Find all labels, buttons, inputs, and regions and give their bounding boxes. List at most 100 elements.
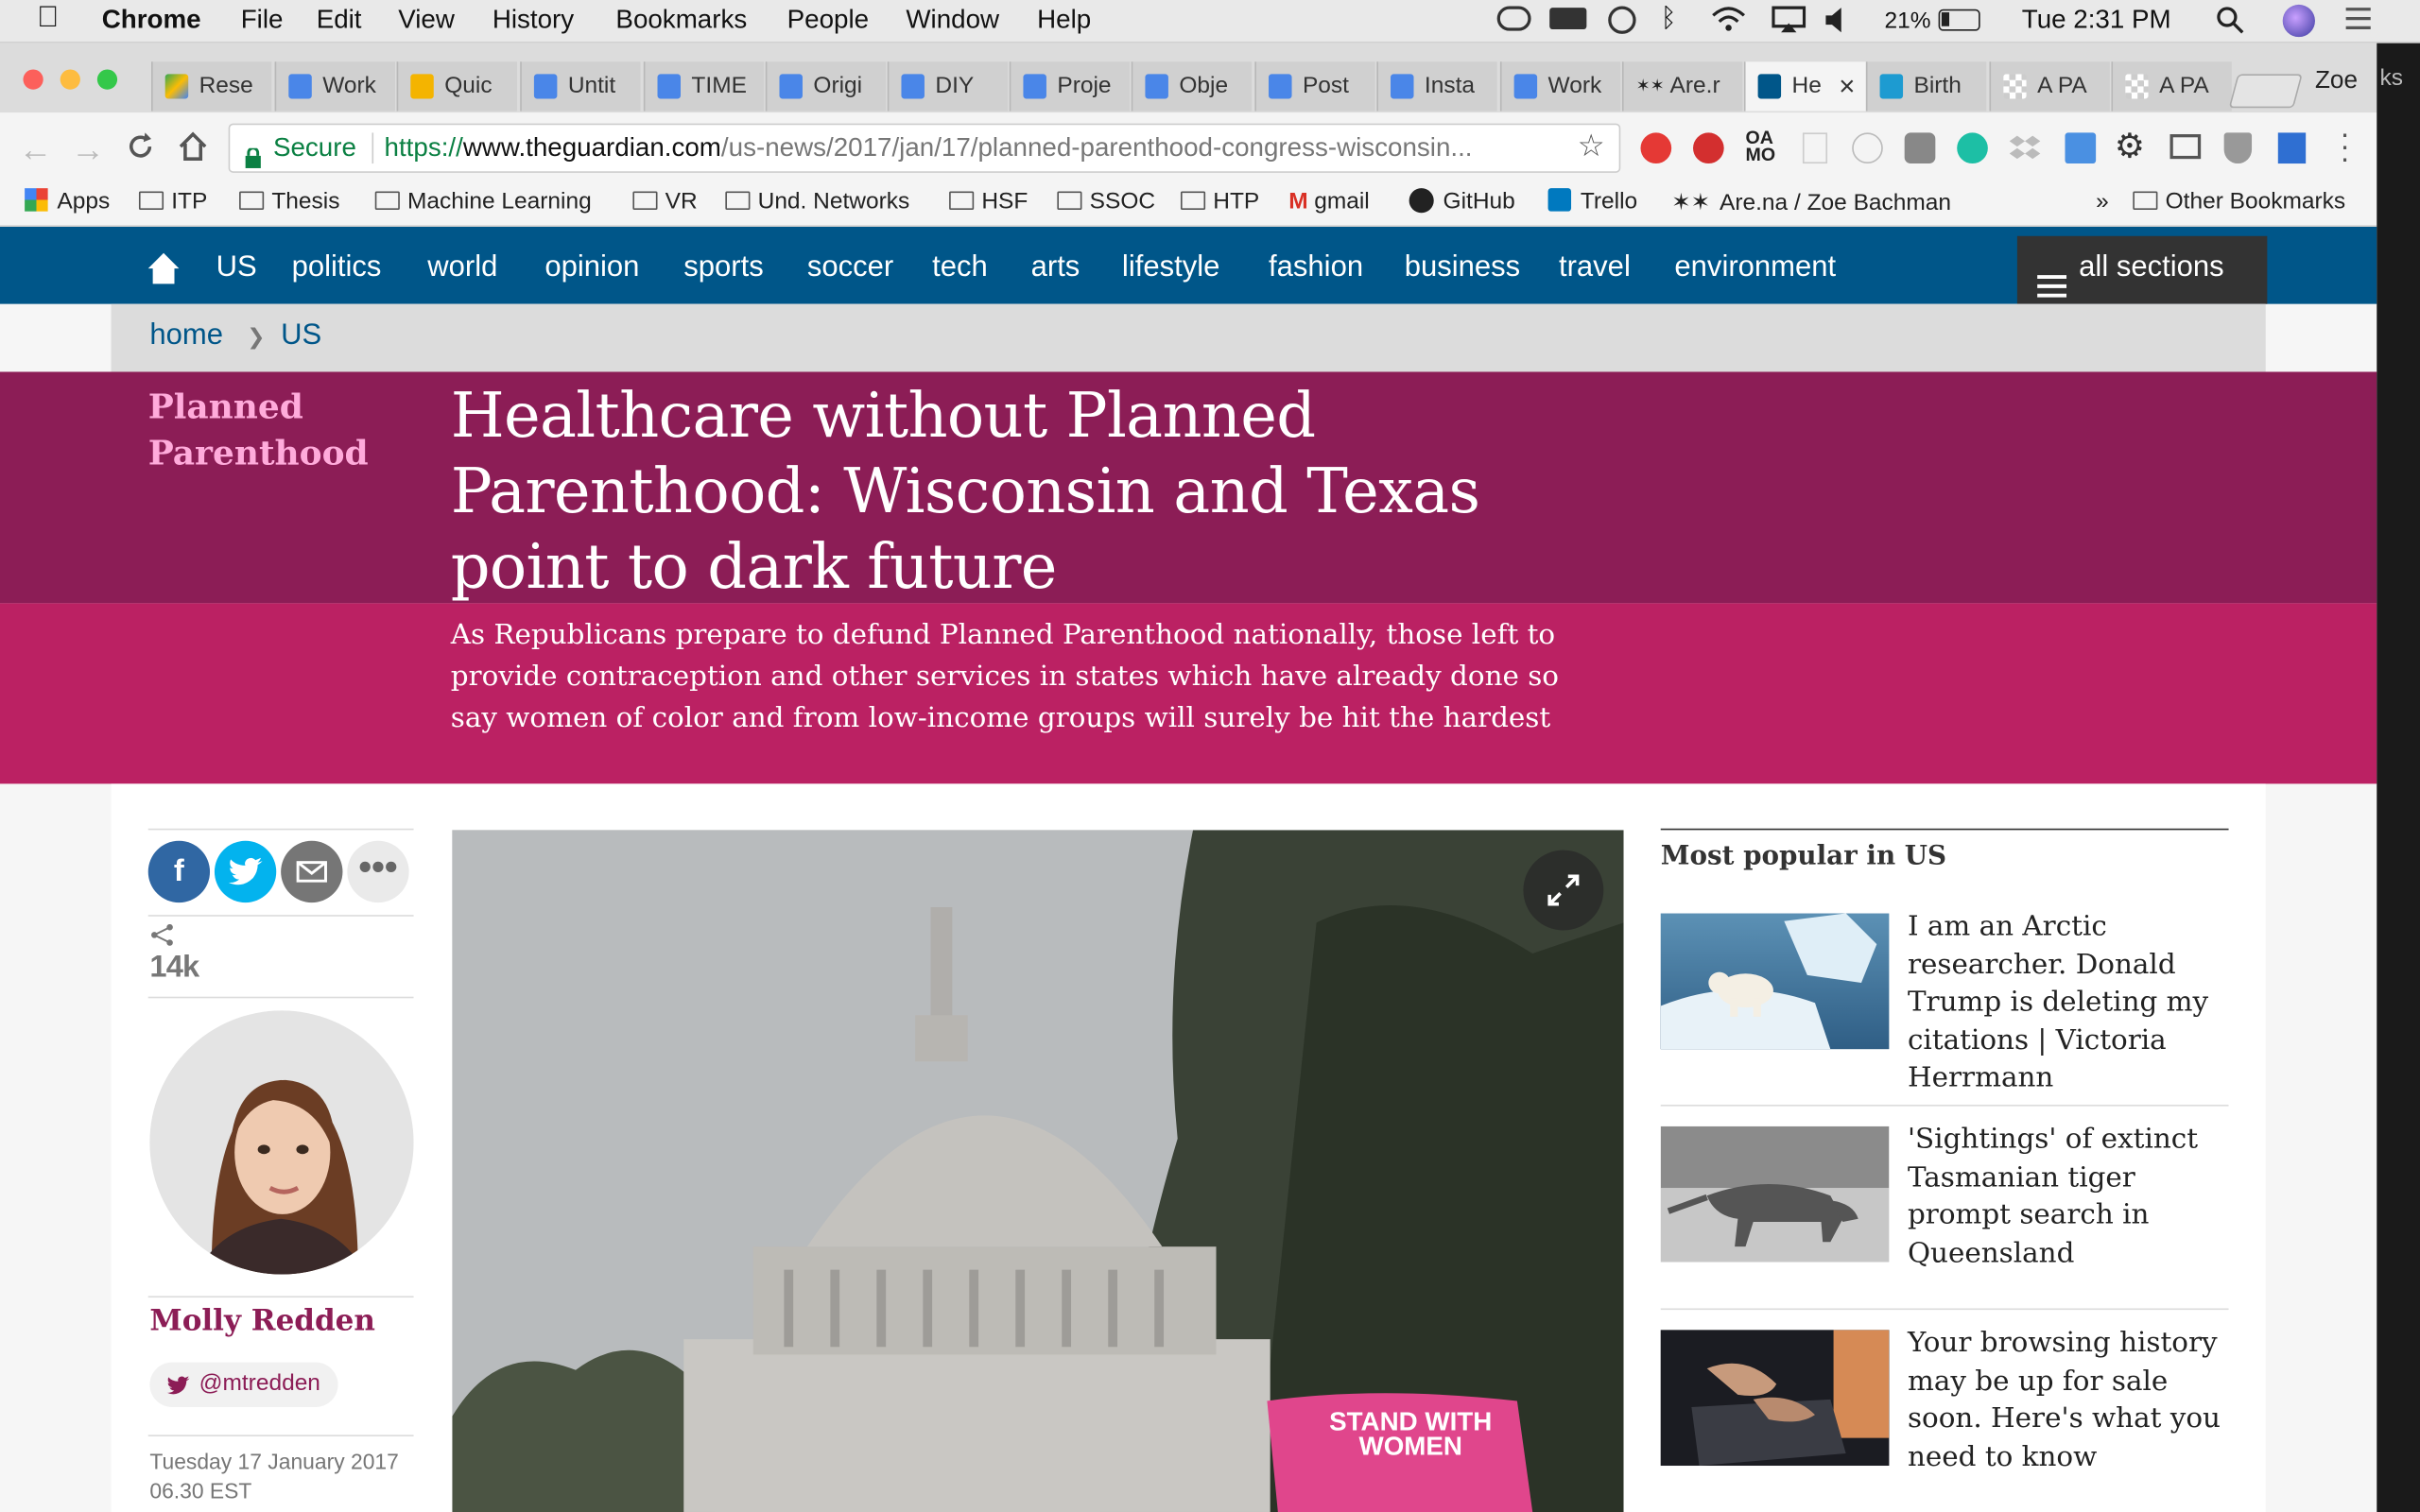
menu-edit[interactable]: Edit: [317, 5, 362, 36]
nav-business[interactable]: business: [1405, 251, 1520, 285]
adblock-extension-icon[interactable]: [1693, 132, 1724, 164]
tab-7[interactable]: DIY: [887, 61, 1009, 112]
tab-16[interactable]: A PA: [1989, 61, 2110, 112]
url-text[interactable]: https://www.theguardian.com/us-news/2017…: [385, 125, 1473, 171]
popular-2-thumbnail[interactable]: [1660, 1125, 1890, 1263]
bookmark-machine-learning[interactable]: Machine Learning: [374, 188, 592, 215]
author-name[interactable]: Molly Redden: [149, 1304, 375, 1338]
nav-arts[interactable]: arts: [1031, 251, 1080, 285]
spotlight-search-icon[interactable]: [2216, 7, 2244, 43]
bookmark-hsf[interactable]: HSF: [949, 188, 1028, 215]
tab-3[interactable]: Quic: [396, 61, 517, 112]
nav-fashion[interactable]: fashion: [1269, 251, 1363, 285]
home-nav-icon[interactable]: [147, 251, 181, 293]
nav-tech[interactable]: tech: [932, 251, 988, 285]
tab-10[interactable]: Post: [1254, 61, 1375, 112]
bookmark-other-bookmarks[interactable]: Other Bookmarks: [2133, 188, 2345, 215]
gray-extension-icon[interactable]: [1904, 132, 1936, 164]
bookmark-star-icon[interactable]: ☆: [1578, 125, 1605, 169]
bookmark-gmail[interactable]: Mgmail: [1288, 188, 1369, 215]
minimize-window-button[interactable]: [60, 69, 80, 90]
nav-opinion[interactable]: opinion: [544, 251, 639, 285]
bookmarks-overflow-chevron[interactable]: »: [2096, 188, 2109, 215]
volume-icon[interactable]: [1824, 7, 1849, 34]
article-main-image[interactable]: STAND WITH WOMEN: [452, 830, 1624, 1512]
menu-view[interactable]: View: [398, 5, 455, 36]
breadcrumb-home[interactable]: home: [149, 319, 223, 353]
circle-extension-icon[interactable]: [1852, 132, 1883, 164]
docker-icon[interactable]: [1549, 8, 1587, 30]
back-button[interactable]: ←: [19, 129, 53, 169]
popular-3-title[interactable]: Your browsing history may be up for sale…: [1908, 1325, 2239, 1476]
new-tab-button[interactable]: [2228, 74, 2303, 109]
bookmark-ssoc[interactable]: SSOC: [1057, 188, 1155, 215]
bookmark-htp[interactable]: HTP: [1180, 188, 1259, 215]
battery-icon[interactable]: [1938, 9, 1980, 31]
breadcrumb-us[interactable]: US: [281, 319, 321, 353]
popular-1-title[interactable]: I am an Arctic researcher. Donald Trump …: [1908, 909, 2239, 1098]
menu-file[interactable]: File: [241, 5, 284, 36]
tab-11[interactable]: Insta: [1376, 61, 1497, 112]
tab-6[interactable]: Origi: [765, 61, 887, 112]
bookmark-arena[interactable]: ✶✶ Are.na / Zoe Bachman: [1671, 188, 1951, 216]
expand-image-button[interactable]: [1523, 850, 1604, 931]
tab-13[interactable]: ✶✶ Are.r: [1621, 61, 1743, 112]
tab-17[interactable]: A PA: [2111, 61, 2232, 112]
nav-lifestyle[interactable]: lifestyle: [1122, 251, 1219, 285]
popular-2-title[interactable]: 'Sightings' of extinct Tasmanian tiger p…: [1908, 1122, 2239, 1273]
menu-people[interactable]: People: [787, 5, 869, 36]
share-more-button[interactable]: •••: [347, 840, 409, 903]
gear-extension-icon[interactable]: ⚙: [2115, 127, 2145, 166]
bookmark-und-networks[interactable]: Und. Networks: [725, 188, 909, 215]
bookmark-itp[interactable]: ITP: [138, 188, 207, 215]
menu-app-name[interactable]: Chrome: [102, 5, 201, 36]
tab-1[interactable]: Rese: [150, 61, 272, 112]
bookmark-github[interactable]: GitHub: [1409, 188, 1515, 215]
forward-button[interactable]: →: [71, 129, 105, 169]
nav-travel[interactable]: travel: [1559, 251, 1631, 285]
do-not-disturb-icon[interactable]: [1608, 6, 1636, 34]
creative-cloud-icon[interactable]: [1496, 6, 1531, 31]
zoom-window-button[interactable]: [96, 69, 118, 90]
reload-button[interactable]: [124, 129, 158, 171]
dropbox-extension-icon[interactable]: [2009, 134, 2041, 162]
tab-9[interactable]: Obje: [1131, 61, 1253, 112]
address-bar[interactable]: Secure https://www.theguardian.com/us-ne…: [228, 123, 1621, 173]
todoist-extension-icon[interactable]: [1640, 132, 1672, 164]
bookmark-extension-icon[interactable]: [2277, 132, 2307, 164]
share-twitter-button[interactable]: [214, 840, 277, 903]
section-label[interactable]: Planned Parenthood: [148, 385, 411, 477]
home-button[interactable]: [176, 129, 210, 171]
mail-extension-icon[interactable]: [2169, 134, 2202, 160]
chrome-menu-icon[interactable]: · · ·: [2340, 119, 2350, 175]
apple-icon[interactable]: : [37, 2, 59, 36]
share-email-button[interactable]: [281, 840, 343, 903]
close-tab-icon[interactable]: ×: [1839, 61, 1855, 111]
bookmark-vr[interactable]: VR: [632, 188, 698, 215]
all-sections-button[interactable]: all sections: [2016, 235, 2268, 304]
share-facebook-button[interactable]: f: [147, 840, 211, 903]
author-avatar[interactable]: [149, 1010, 414, 1275]
tab-5[interactable]: TIME: [643, 61, 765, 112]
menu-help[interactable]: Help: [1037, 5, 1091, 36]
close-window-button[interactable]: [23, 69, 43, 90]
airplay-icon[interactable]: [1772, 6, 1806, 34]
page-extension-icon[interactable]: [1802, 132, 1828, 164]
shield-extension-icon[interactable]: [2223, 132, 2253, 164]
bookmark-thesis[interactable]: Thesis: [239, 188, 339, 215]
nav-us[interactable]: US: [216, 251, 257, 285]
tab-8[interactable]: Proje: [1009, 61, 1131, 112]
siri-icon[interactable]: [2282, 4, 2315, 38]
nav-sports[interactable]: sports: [683, 251, 763, 285]
tab-12[interactable]: Work: [1499, 61, 1621, 112]
notification-center-icon[interactable]: [2342, 7, 2374, 31]
tab-2[interactable]: Work: [274, 61, 395, 112]
menu-window[interactable]: Window: [906, 5, 999, 36]
nav-politics[interactable]: politics: [292, 251, 382, 285]
profile-name[interactable]: Zoe: [2315, 68, 2358, 95]
bookmark-trello[interactable]: Trello: [1547, 188, 1637, 215]
oamo-extension-icon[interactable]: OA MO: [1746, 129, 1776, 164]
menu-bookmarks[interactable]: Bookmarks: [615, 5, 747, 36]
popular-1-thumbnail[interactable]: [1660, 913, 1890, 1050]
nav-world[interactable]: world: [427, 251, 497, 285]
